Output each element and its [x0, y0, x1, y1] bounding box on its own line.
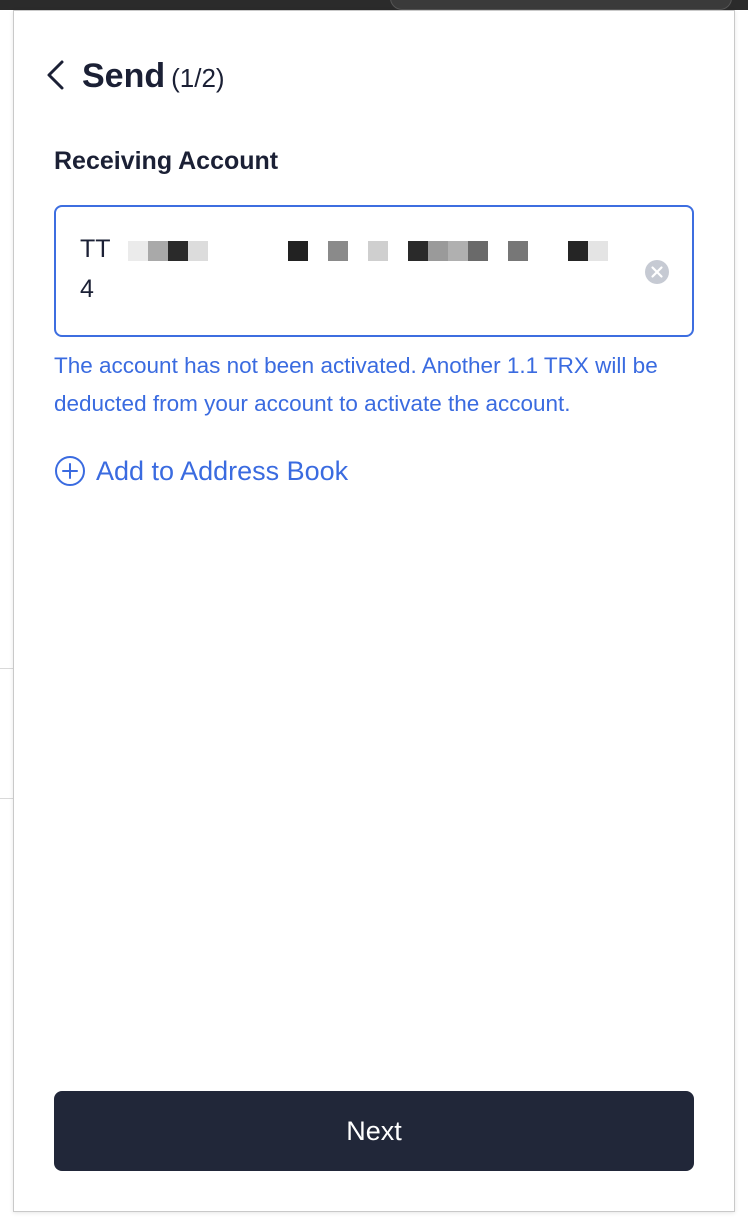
receiving-account-label: Receiving Account	[54, 147, 279, 175]
activation-warning: The account has not been activated. Anot…	[54, 353, 658, 416]
browser-tab-pill	[390, 0, 732, 10]
address-redaction	[368, 241, 388, 263]
address-redaction	[568, 241, 608, 263]
address-redaction	[328, 241, 348, 263]
send-popup: Send (1/2) Receiving Account TT 4 The ac…	[13, 10, 735, 1212]
add-to-address-book-label: Add to Address Book	[96, 455, 349, 486]
address-redaction	[508, 241, 528, 263]
background-divider	[0, 798, 13, 799]
address-continuation: 4	[80, 275, 94, 303]
address-redaction	[408, 241, 488, 263]
step-indicator: (1/2)	[171, 63, 225, 93]
page-title-text: Send	[82, 57, 166, 95]
page-title: Send (1/2)	[82, 57, 225, 96]
browser-window-strip	[0, 0, 748, 10]
chevron-left-icon[interactable]	[44, 59, 68, 91]
address-redaction	[128, 241, 208, 263]
address-prefix: TT	[80, 235, 111, 263]
background-divider	[0, 668, 13, 669]
next-button[interactable]: Next	[54, 1091, 694, 1171]
plus-circle-icon	[54, 455, 86, 487]
receiving-address-input[interactable]: TT 4	[54, 205, 694, 337]
clear-circle-icon[interactable]	[644, 259, 670, 285]
address-redaction	[288, 241, 308, 263]
add-to-address-book-link[interactable]: Add to Address Book	[54, 455, 348, 487]
